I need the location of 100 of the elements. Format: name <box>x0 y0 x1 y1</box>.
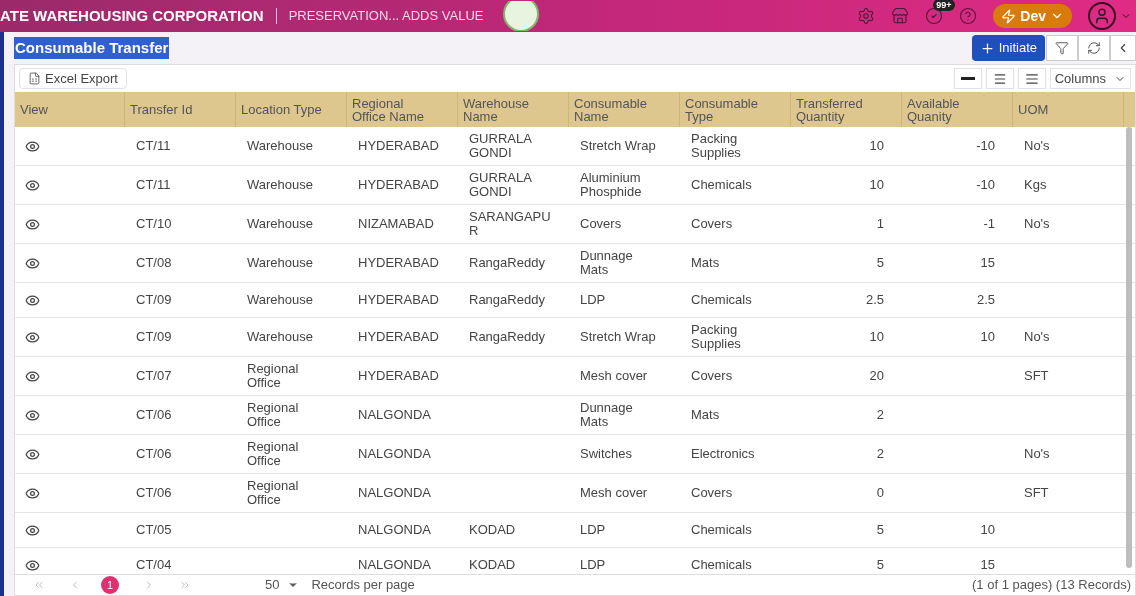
comfortable-density-button[interactable] <box>1017 68 1046 89</box>
table-cell: Covers <box>691 486 733 500</box>
table-cell: HYDERABAD <box>358 369 439 383</box>
table-cell: 10 <box>980 523 995 537</box>
table-cell: KODAD <box>469 558 516 572</box>
table-cell: CT/04 <box>136 558 172 572</box>
table-cell: Warehouse <box>247 330 313 344</box>
column-header[interactable]: UOM <box>1013 92 1124 127</box>
view-icon[interactable] <box>25 446 40 462</box>
view-icon[interactable] <box>25 138 40 154</box>
filter-icon <box>1055 41 1069 55</box>
column-header[interactable]: Warehouse Name <box>458 92 569 127</box>
view-icon[interactable] <box>25 368 40 384</box>
table-cell: 5 <box>876 256 884 270</box>
table-cell-text: Regional Office <box>247 479 300 507</box>
table-cell: SFT <box>1024 369 1049 383</box>
table-cell: No's <box>1024 330 1050 344</box>
table-cell: CT/07 <box>136 369 172 383</box>
table-cell: 2 <box>876 447 884 461</box>
table-cell: CT/09 <box>136 330 172 344</box>
view-icon[interactable] <box>25 216 40 232</box>
table-cell: Electronics <box>691 447 755 461</box>
view-icon[interactable] <box>25 255 40 271</box>
column-header[interactable]: View <box>15 92 125 127</box>
column-header[interactable]: Consumable Name <box>569 92 680 127</box>
table-cell: CT/08 <box>136 256 172 270</box>
table-cell: -10 <box>976 178 995 192</box>
table-cell: No's <box>1024 217 1050 231</box>
table-cell: CT/09 <box>136 293 172 307</box>
table-cell: Switches <box>580 447 633 461</box>
table-cell-text: Regional Office <box>247 401 300 429</box>
page-size-label: Records per page <box>311 576 415 595</box>
table-cell-text: Aluminium Phosphide <box>580 171 643 199</box>
table-cell: NALGONDA <box>358 558 431 572</box>
table-cell: CT/10 <box>136 217 172 231</box>
table-cell: RangaReddy <box>469 330 545 344</box>
view-icon[interactable] <box>25 407 40 423</box>
store-icon[interactable] <box>891 7 910 25</box>
column-header[interactable]: Regional Office Name <box>347 92 458 127</box>
table-cell: Warehouse <box>247 217 313 231</box>
normal-density-button[interactable] <box>985 68 1014 89</box>
table-cell: Chemicals <box>691 293 752 307</box>
column-header[interactable]: Transfer Id <box>125 92 236 127</box>
table-cell: 10 <box>869 139 884 153</box>
table-cell: Stretch Wrap <box>580 330 656 344</box>
table-cell: Mats <box>691 408 720 422</box>
table-cell: NALGONDA <box>358 486 431 500</box>
user-icon <box>1093 7 1111 25</box>
view-icon[interactable] <box>25 485 40 501</box>
table-cell: CT/06 <box>136 486 172 500</box>
table-cell: NIZAMABAD <box>358 217 434 231</box>
initiate-button[interactable]: Initiate <box>971 35 1045 61</box>
table-cell-text: Regional Office <box>247 362 300 390</box>
table-cell: 0 <box>876 486 884 500</box>
filter-button[interactable] <box>1046 35 1078 61</box>
columns-button[interactable]: Columns <box>1049 68 1131 89</box>
column-header[interactable]: Transferred Quantity <box>791 92 902 127</box>
table-cell: LDP <box>580 293 606 307</box>
table-cell: No's <box>1024 447 1050 461</box>
compact-density-button[interactable] <box>953 68 982 89</box>
table-cell: KODAD <box>469 523 516 537</box>
emblem-icon <box>503 1 540 31</box>
table-cell: 15 <box>980 256 995 270</box>
table-cell: 5 <box>876 523 884 537</box>
table-cell: SFT <box>1024 486 1049 500</box>
refresh-button[interactable] <box>1078 35 1110 61</box>
excel-export-button[interactable]: Excel Export <box>19 68 127 89</box>
table-cell: 10 <box>869 330 884 344</box>
table-cell: Mesh cover <box>580 486 648 500</box>
table-cell: Mesh cover <box>580 369 648 383</box>
table-cell: CT/11 <box>136 178 171 192</box>
page-title: Consumable Transfer <box>14 36 170 60</box>
column-header[interactable]: Location Type <box>236 92 347 127</box>
view-icon[interactable] <box>25 522 40 538</box>
table-cell: 1 <box>876 217 884 231</box>
table-cell: 20 <box>869 369 884 383</box>
column-header[interactable]: Consumable Type <box>680 92 791 127</box>
page-size-select[interactable]: 50 <box>265 575 300 595</box>
table-cell: Warehouse <box>247 256 313 270</box>
tasks-icon[interactable] <box>925 7 944 25</box>
page-button[interactable]: 1 <box>101 576 119 594</box>
help-icon[interactable] <box>959 7 978 25</box>
table-cell-text: GURRALA GONDI <box>469 171 533 199</box>
view-icon[interactable] <box>25 557 40 573</box>
table-cell: NALGONDA <box>358 408 431 422</box>
settings-icon[interactable] <box>857 7 876 25</box>
environment-button[interactable]: Dev <box>993 4 1072 28</box>
table-cell: Chemicals <box>691 178 752 192</box>
table-cell: 10 <box>980 330 995 344</box>
table-cell: 2.5 <box>976 293 995 307</box>
table-cell: -1 <box>983 217 995 231</box>
table-cell: CT/05 <box>136 523 172 537</box>
column-header[interactable]: Available Quanity <box>902 92 1013 127</box>
table-cell: Covers <box>691 217 733 231</box>
view-icon[interactable] <box>25 292 40 308</box>
table-cell: 15 <box>980 558 995 572</box>
table-cell: LDP <box>580 558 606 572</box>
view-icon[interactable] <box>25 329 40 345</box>
user-avatar[interactable] <box>1088 2 1116 30</box>
view-icon[interactable] <box>25 177 40 193</box>
